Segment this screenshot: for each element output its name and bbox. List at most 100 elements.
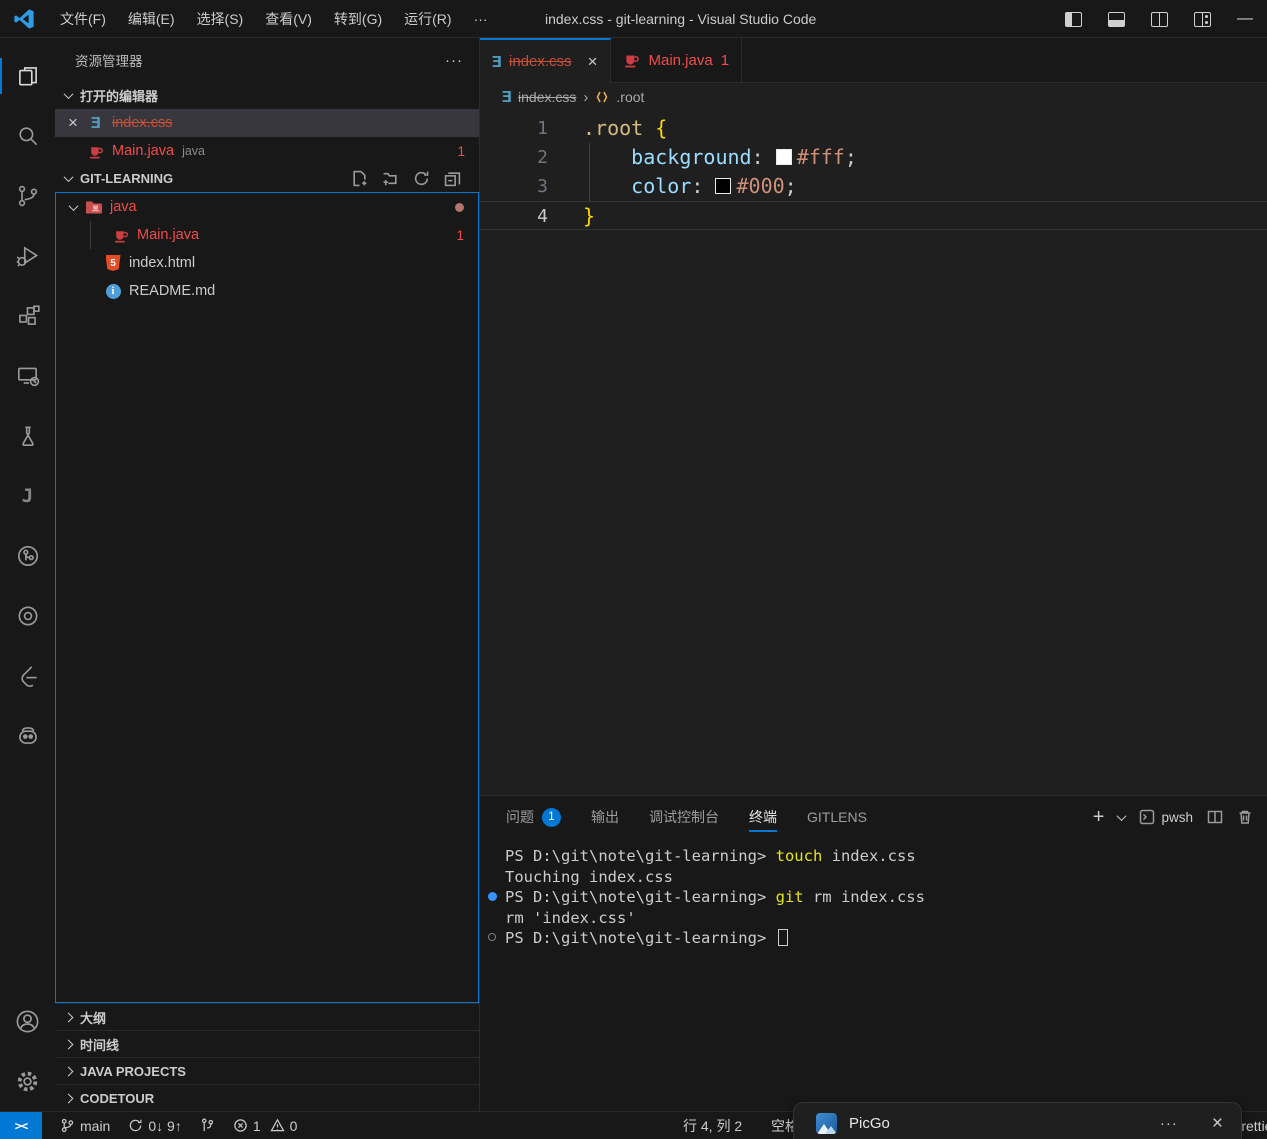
terminal-line: PS D:\git\note\git-learning> git rm inde… [505, 887, 1267, 908]
terminal-line: Touching index.css [505, 867, 1267, 888]
tree-item-main-java[interactable]: Main.java 1 [56, 221, 478, 249]
settings-gear-icon[interactable] [0, 1051, 55, 1111]
chevron-down-icon [69, 201, 79, 211]
panel-tab-gitlens[interactable]: GITLENS [807, 796, 867, 838]
collapse-all-icon[interactable] [444, 170, 461, 187]
java-folder-icon [85, 199, 103, 216]
run-debug-icon[interactable] [0, 226, 55, 286]
error-count-badge: 1 [456, 228, 464, 243]
git-branch-item[interactable]: main [60, 1118, 110, 1134]
close-icon[interactable]: × [63, 113, 83, 133]
picgo-notification-toast[interactable]: PicGo ··· × [793, 1102, 1242, 1139]
open-editor-index-css[interactable]: × Ǝ index.css [55, 109, 479, 137]
toggle-secondary-sidebar-icon[interactable] [1151, 12, 1168, 27]
assistant-robot-icon[interactable] [0, 706, 55, 766]
workspace-section-header[interactable]: GIT-LEARNING [55, 165, 479, 192]
cursor-position-item[interactable]: 行 4, 列 2 [683, 1112, 742, 1139]
panel-tab-terminal[interactable]: 终端 [749, 796, 777, 838]
section-java-projects[interactable]: JAVA PROJECTS [55, 1057, 479, 1084]
terminal-instance-pwsh[interactable]: pwsh [1139, 809, 1193, 825]
terminal-cursor [778, 929, 788, 946]
activity-bar: J [0, 38, 55, 1111]
html-file-icon: 5 [106, 255, 121, 271]
notification-more-icon[interactable]: ··· [1160, 1113, 1178, 1134]
java-extension-icon[interactable]: J [0, 466, 55, 526]
breadcrumb-file[interactable]: index.css [518, 89, 576, 105]
panel-tab-problems[interactable]: 问题 1 [506, 796, 561, 838]
close-icon[interactable]: × [588, 52, 598, 72]
minimize-button[interactable]: — [1237, 10, 1253, 28]
tab-index-css[interactable]: Ǝ index.css × [480, 38, 611, 83]
command-decoration-icon[interactable] [488, 892, 497, 901]
customize-layout-icon[interactable] [1194, 12, 1211, 27]
menu-overflow[interactable]: ··· [463, 0, 499, 38]
code-line-1: 1 .root { [480, 114, 1267, 143]
section-timeline[interactable]: 时间线 [55, 1030, 479, 1057]
section-outline[interactable]: 大纲 [55, 1003, 479, 1030]
remote-explorer-icon[interactable] [0, 346, 55, 406]
window-title: index.css - git-learning - Visual Studio… [545, 0, 816, 38]
new-file-icon[interactable] [351, 170, 368, 187]
source-control-icon[interactable] [0, 166, 55, 226]
code-line-4-current: 4 } [480, 201, 1267, 230]
css-file-icon: Ǝ [91, 114, 102, 132]
remote-indicator[interactable]: >< [0, 1112, 42, 1139]
terminal-output[interactable]: PS D:\git\note\git-learning> touch index… [480, 838, 1267, 1111]
breadcrumb: Ǝ index.css › .root [480, 83, 1267, 111]
color-swatch-white[interactable] [776, 149, 792, 165]
explorer-more-actions-icon[interactable]: ··· [445, 52, 463, 69]
open-editor-main-java[interactable]: Main.java java 1 [55, 137, 479, 165]
tree-item-readme-md[interactable]: i README.md [56, 277, 478, 305]
panel-tab-output[interactable]: 输出 [591, 796, 619, 838]
codetour-record-icon[interactable] [0, 586, 55, 646]
terminal-line: rm 'index.css' [505, 908, 1267, 929]
code-line-2: 2 background: #fff; [480, 143, 1267, 172]
breadcrumb-separator: › [583, 89, 588, 106]
css-file-icon: Ǝ [491, 53, 502, 71]
explorer-icon[interactable] [0, 46, 55, 106]
panel-tab-debug-console[interactable]: 调试控制台 [649, 796, 719, 838]
refresh-icon[interactable] [413, 170, 430, 187]
menu-goto[interactable]: 转到(G) [323, 0, 393, 38]
tree-item-java-folder[interactable]: java [56, 193, 478, 221]
extensions-icon[interactable] [0, 286, 55, 346]
search-icon[interactable] [0, 106, 55, 166]
modified-dot-badge [455, 203, 464, 212]
new-terminal-icon[interactable]: + [1093, 806, 1105, 829]
vscode-logo-icon [13, 8, 35, 30]
menu-selection[interactable]: 选择(S) [186, 0, 255, 38]
tab-main-java[interactable]: Main.java 1 [611, 38, 743, 82]
tree-item-index-html[interactable]: 5 index.html [56, 249, 478, 277]
menu-file[interactable]: 文件(F) [49, 0, 117, 38]
account-icon[interactable] [0, 991, 55, 1051]
toggle-sidebar-icon[interactable] [1065, 12, 1082, 27]
explorer-sidebar: 资源管理器 ··· 打开的编辑器 × Ǝ index.css Main.java… [55, 38, 480, 1111]
menu-run[interactable]: 运行(R) [393, 0, 462, 38]
breadcrumb-symbol[interactable]: .root [616, 89, 644, 105]
git-graph-item[interactable] [200, 1118, 215, 1133]
split-terminal-icon[interactable] [1207, 809, 1223, 825]
color-swatch-black[interactable] [715, 178, 731, 194]
menu-edit[interactable]: 编辑(E) [117, 0, 186, 38]
problems-item[interactable]: 1 0 [233, 1118, 298, 1134]
code-editor[interactable]: 1 .root { 2 background: #fff; 3 color: #… [480, 111, 1267, 795]
menu-view[interactable]: 查看(V) [254, 0, 323, 38]
toggle-panel-icon[interactable] [1108, 12, 1125, 27]
terminal-prompt-line[interactable]: PS D:\git\note\git-learning> [505, 928, 1267, 949]
chevron-right-icon [64, 1066, 74, 1076]
sidebar-title: 资源管理器 [75, 50, 143, 70]
new-folder-icon[interactable] [382, 170, 399, 187]
section-codetour[interactable]: CODETOUR [55, 1084, 479, 1111]
terminal-dropdown-icon[interactable] [1117, 811, 1127, 821]
java-file-icon [112, 227, 130, 244]
sync-changes-item[interactable]: 0↓ 9↑ [128, 1118, 181, 1134]
testing-icon[interactable] [0, 406, 55, 466]
css-rule-symbol-icon [595, 90, 609, 104]
gitlens-icon[interactable] [0, 526, 55, 586]
notification-close-icon[interactable]: × [1212, 1113, 1223, 1134]
tab-error-badge: 1 [721, 52, 729, 69]
chevron-down-icon [64, 89, 74, 99]
leetcode-icon[interactable] [0, 646, 55, 706]
kill-terminal-trash-icon[interactable] [1237, 809, 1253, 825]
open-editors-section[interactable]: 打开的编辑器 [55, 82, 479, 109]
